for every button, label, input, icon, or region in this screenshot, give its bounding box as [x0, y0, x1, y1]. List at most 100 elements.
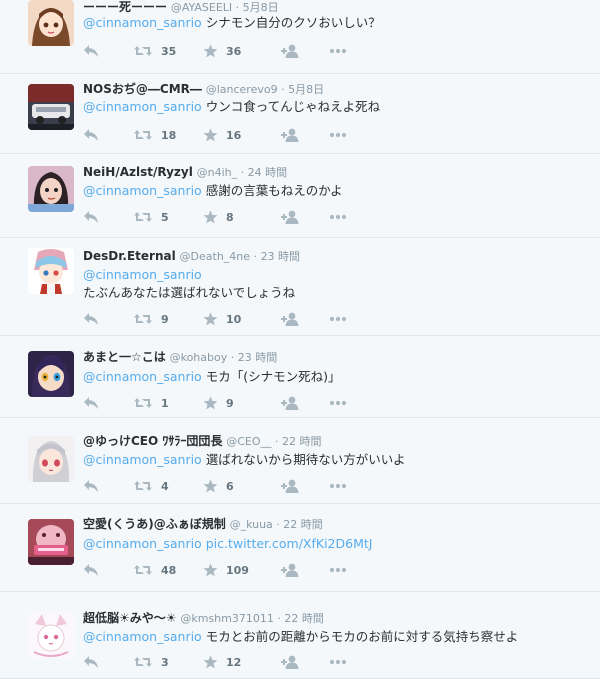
more-button[interactable]: [329, 394, 347, 412]
favorite-button[interactable]: 9: [203, 394, 234, 412]
more-icon: [329, 483, 347, 489]
user-handle[interactable]: @kmshm371011: [180, 612, 274, 625]
reply-button[interactable]: [83, 126, 99, 144]
retweet-button[interactable]: 5: [133, 208, 169, 226]
tweet-timestamp[interactable]: 22 時間: [283, 518, 323, 531]
favorite-button[interactable]: 8: [203, 208, 234, 226]
tweet[interactable]: @ゆっけCEO ﾜｻﾗｰ団団長 @CEO__ · 22 時間 @cinnamon_…: [0, 418, 600, 504]
retweet-button[interactable]: 9: [133, 310, 169, 328]
reply-button[interactable]: [83, 42, 99, 60]
more-button[interactable]: [329, 477, 347, 495]
more-button[interactable]: [329, 126, 347, 144]
reply-button[interactable]: [83, 394, 99, 412]
user-handle[interactable]: @lancerevo9: [206, 83, 278, 96]
user-handle[interactable]: @kohaboy: [170, 351, 228, 364]
retweet-button[interactable]: 35: [133, 42, 176, 60]
retweet-count: 9: [161, 312, 169, 326]
more-button[interactable]: [329, 42, 347, 60]
avatar[interactable]: [28, 519, 74, 565]
reply-button[interactable]: [83, 208, 99, 226]
tweet-timestamp[interactable]: 24 時間: [248, 166, 288, 179]
reply-button[interactable]: [83, 653, 99, 671]
tweet[interactable]: DesDr.Eternal @Death_4ne · 23 時間 @cinnamo…: [0, 238, 600, 336]
more-icon: [329, 316, 347, 322]
reply-button[interactable]: [83, 310, 99, 328]
mention-link[interactable]: @cinnamon_sanrio: [83, 15, 202, 30]
media-link[interactable]: pic.twitter.com/XfKi2D6MtJ: [206, 536, 373, 551]
retweet-button[interactable]: 1: [133, 394, 169, 412]
tweet[interactable]: 空愛(くうあ)@ふぁぼ規制 @_kuua · 22 時間 @cinnamon_sa…: [0, 504, 600, 592]
favorite-button[interactable]: 109: [203, 561, 249, 579]
follow-button[interactable]: [280, 477, 300, 495]
avatar[interactable]: [28, 612, 74, 658]
more-button[interactable]: [329, 653, 347, 671]
mention-link[interactable]: @cinnamon_sanrio: [83, 369, 202, 384]
user-name[interactable]: ーーー死ーーー: [83, 0, 167, 14]
tweet[interactable]: NeiH/Azlst/Ryzyl @n4ih_ · 24 時間 @cinnamon…: [0, 154, 600, 238]
user-handle[interactable]: @_kuua: [230, 518, 273, 531]
mention-link[interactable]: @cinnamon_sanrio: [83, 629, 202, 644]
follow-button[interactable]: [280, 126, 300, 144]
user-handle[interactable]: @CEO__: [226, 435, 271, 448]
avatar[interactable]: [28, 436, 74, 482]
tweet-timestamp[interactable]: 22 時間: [284, 612, 324, 625]
follow-button[interactable]: [280, 42, 300, 60]
more-icon: [329, 48, 347, 54]
star-icon: [203, 312, 218, 326]
retweet-icon: [133, 44, 153, 58]
tweet-body: たぶんあなたは選ばれないでしょうね: [83, 285, 296, 300]
tweet[interactable]: あまと一☆こは @kohaboy · 23 時間 @cinnamon_sanrio…: [0, 336, 600, 418]
mention-link[interactable]: @cinnamon_sanrio: [83, 536, 202, 551]
follow-button[interactable]: [280, 653, 300, 671]
user-name[interactable]: 空愛(くうあ)@ふぁぼ規制: [83, 517, 226, 531]
user-name[interactable]: NeiH/Azlst/Ryzyl: [83, 165, 193, 179]
follow-icon: [280, 479, 300, 493]
follow-button[interactable]: [280, 208, 300, 226]
retweet-button[interactable]: 4: [133, 477, 169, 495]
tweet-timestamp[interactable]: 23 時間: [261, 250, 301, 263]
avatar[interactable]: [28, 166, 74, 212]
more-button[interactable]: [329, 561, 347, 579]
user-name[interactable]: @ゆっけCEO ﾜｻﾗｰ団団長: [83, 434, 222, 448]
avatar[interactable]: [28, 0, 74, 46]
tweet-timestamp[interactable]: 5月8日: [243, 1, 279, 14]
mention-link[interactable]: @cinnamon_sanrio: [83, 183, 202, 198]
tweet[interactable]: 超低脳☀みや～☀ @kmshm371011 · 22 時間 @cinnamon_s…: [0, 592, 600, 679]
favorite-button[interactable]: 16: [203, 126, 241, 144]
avatar[interactable]: [28, 351, 74, 397]
tweet-timestamp[interactable]: 23 時間: [238, 351, 278, 364]
retweet-button[interactable]: 48: [133, 561, 176, 579]
favorite-button[interactable]: 10: [203, 310, 241, 328]
mention-link[interactable]: @cinnamon_sanrio: [83, 452, 202, 467]
follow-button[interactable]: [280, 561, 300, 579]
reply-button[interactable]: [83, 561, 99, 579]
tweet-timestamp[interactable]: 5月8日: [288, 83, 324, 96]
tweet[interactable]: NOSおぢ@―CMR― @lancerevo9 · 5月8日 @cinnamon_…: [0, 74, 600, 154]
retweet-button[interactable]: 3: [133, 653, 169, 671]
reply-icon: [83, 655, 99, 669]
mention-link[interactable]: @cinnamon_sanrio: [83, 99, 202, 114]
follow-button[interactable]: [280, 310, 300, 328]
tweet-timestamp[interactable]: 22 時間: [282, 435, 322, 448]
retweet-button[interactable]: 18: [133, 126, 176, 144]
user-handle[interactable]: @n4ih_: [197, 166, 238, 179]
user-handle[interactable]: @AYASEELI: [171, 1, 232, 14]
avatar[interactable]: [28, 248, 74, 294]
favorite-button[interactable]: 6: [203, 477, 234, 495]
tweet[interactable]: ーーー死ーーー @AYASEELI · 5月8日 @cinnamon_sanrio…: [0, 0, 600, 74]
separator-dot: ·: [272, 518, 284, 531]
retweet-icon: [133, 655, 153, 669]
user-name[interactable]: DesDr.Eternal: [83, 249, 176, 263]
favorite-button[interactable]: 36: [203, 42, 241, 60]
reply-button[interactable]: [83, 477, 99, 495]
more-button[interactable]: [329, 208, 347, 226]
user-handle[interactable]: @Death_4ne: [180, 250, 251, 263]
favorite-button[interactable]: 12: [203, 653, 241, 671]
mention-link[interactable]: @cinnamon_sanrio: [83, 267, 202, 282]
user-name[interactable]: あまと一☆こは: [83, 350, 166, 364]
avatar[interactable]: [28, 84, 74, 130]
follow-button[interactable]: [280, 394, 300, 412]
more-button[interactable]: [329, 310, 347, 328]
user-name[interactable]: 超低脳☀みや～☀: [83, 611, 177, 625]
user-name[interactable]: NOSおぢ@―CMR―: [83, 82, 202, 96]
